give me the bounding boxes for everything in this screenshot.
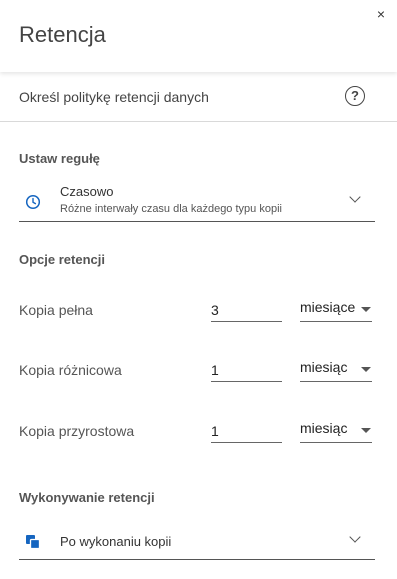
caret-down-icon [361,428,371,433]
chevron-down-icon [349,191,361,203]
execution-select[interactable]: Po wykonaniu kopii [19,524,375,560]
copy-icon [26,535,41,550]
full-backup-unit-value: miesiące [300,299,356,315]
rule-selected-description: Różne interwały czasu dla każdego typu k… [60,203,282,215]
execution-section-label: Wykonywanie retencji [19,490,155,505]
rule-select[interactable]: Czasowo Różne interwały czasu dla każdeg… [19,180,375,222]
incremental-backup-unit-value: miesiąc [300,420,348,436]
caret-down-icon [361,307,371,312]
execution-selected: Po wykonaniu kopii [60,534,172,549]
retention-panel: Retencja × Określ politykę retencji dany… [0,0,397,579]
incremental-backup-unit-select[interactable]: miesiąc [300,420,372,443]
differential-backup-unit-select[interactable]: miesiąc [300,359,372,382]
panel-title: Retencja [19,22,106,47]
differential-backup-label: Kopia różnicowa [19,362,122,378]
panel-header: Retencja × [0,0,397,72]
caret-down-icon [361,367,371,372]
clock-icon [25,194,41,210]
chevron-down-icon [349,531,361,543]
differential-backup-unit-value: miesiąc [300,359,348,375]
close-icon[interactable]: × [377,6,385,22]
differential-backup-value-input[interactable] [211,359,282,382]
divider [0,121,397,122]
rule-section-label: Ustaw regułę [19,151,100,166]
full-backup-value-input[interactable] [211,299,282,322]
incremental-backup-label: Kopia przyrostowa [19,423,135,439]
incremental-backup-value-input[interactable] [211,420,282,443]
options-section-label: Opcje retencji [19,252,105,267]
full-backup-label: Kopia pełna [19,302,93,318]
full-backup-unit-select[interactable]: miesiące [300,299,372,322]
help-icon[interactable]: ? [345,86,365,106]
policy-heading: Określ politykę retencji danych [19,89,209,105]
rule-selected-title: Czasowo [60,184,114,199]
